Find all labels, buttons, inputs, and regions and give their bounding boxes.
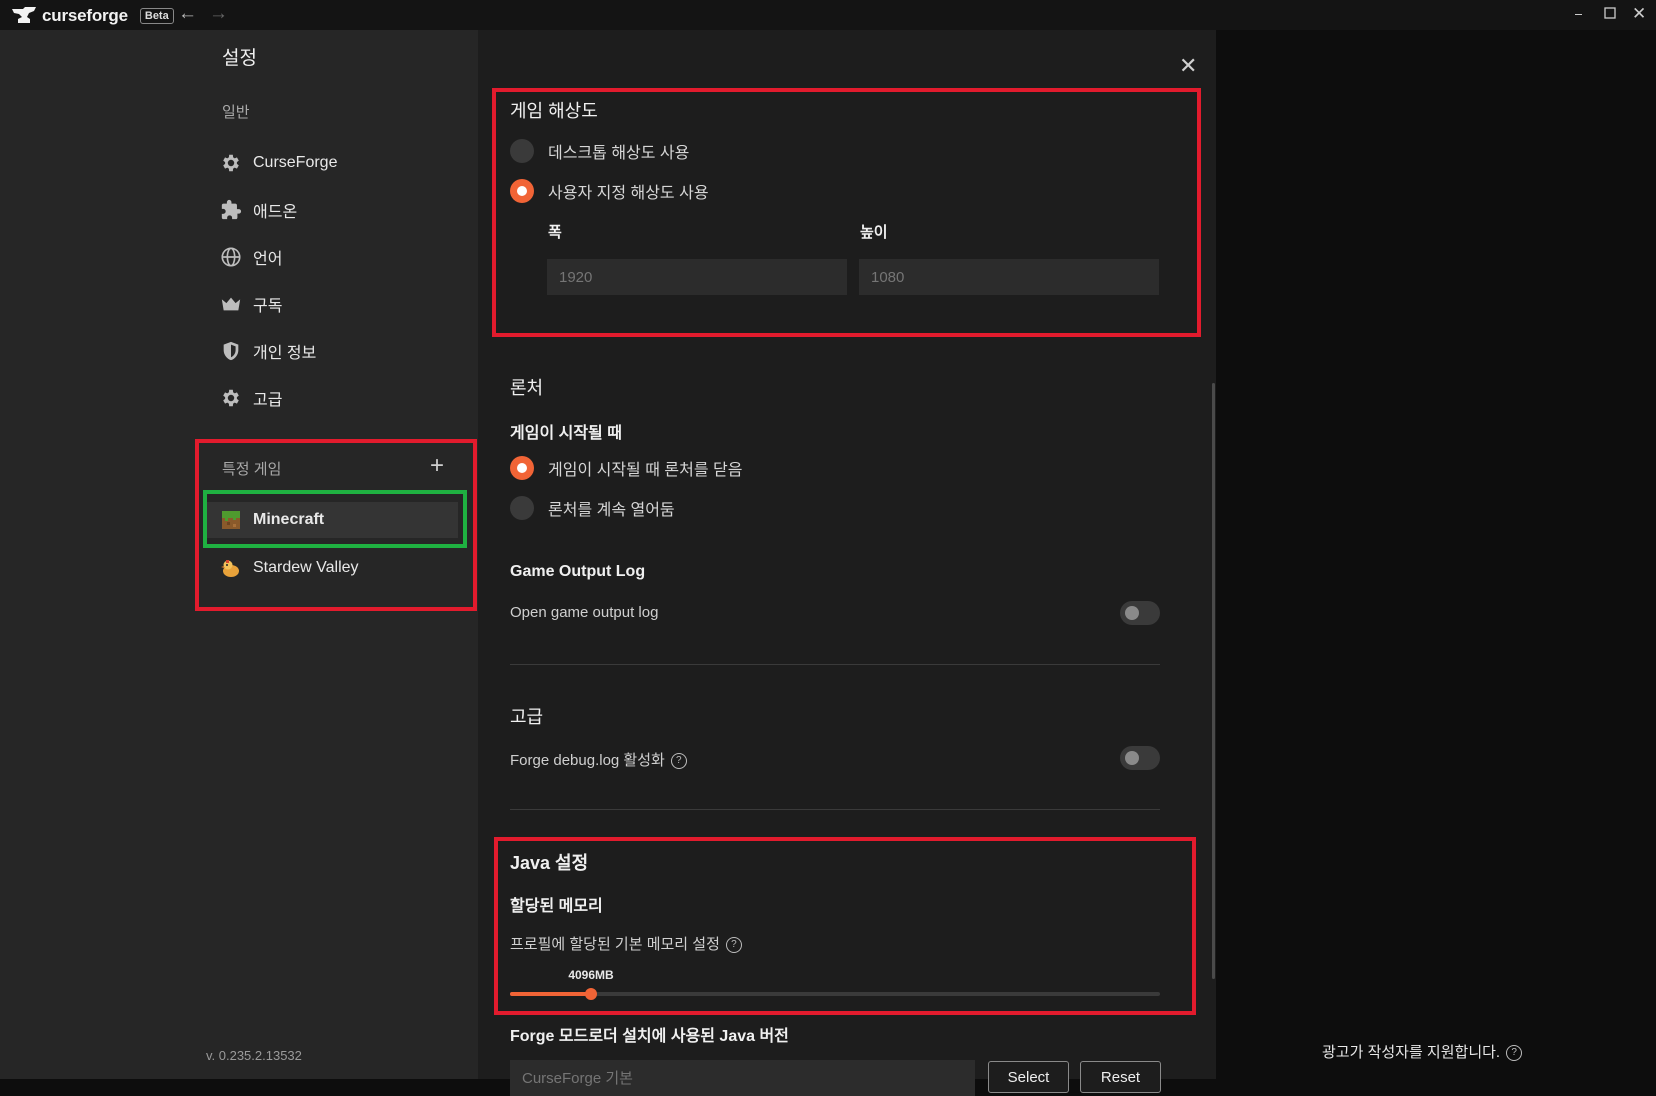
radio-label: 게임이 시작될 때 론처를 닫음 (548, 462, 743, 479)
width-input[interactable] (547, 259, 847, 295)
radio-keep-launcher-open[interactable]: 론처를 계속 열어둠 (510, 496, 675, 520)
sidebar-item-label: 개인 정보 (253, 345, 317, 362)
advanced-title: 고급 (510, 707, 544, 727)
curseforge-logo-icon (12, 7, 36, 23)
reset-java-button[interactable]: Reset (1080, 1061, 1161, 1093)
launcher-subtitle: 게임이 시작될 때 (510, 425, 622, 442)
sidebar-section-games: 특정 게임 (222, 461, 282, 478)
section-divider (510, 664, 1160, 665)
resolution-title: 게임 해상도 (510, 101, 598, 121)
output-log-title: Game Output Log (510, 563, 646, 580)
sidebar-item-addons[interactable]: 애드온 (218, 192, 458, 228)
settings-sidebar: 설정 일반 CurseForge 애드온 언어 구독 개인 정보 고급 특정 게… (0, 30, 478, 1079)
sidebar-item-label: 구독 (253, 298, 283, 315)
memory-slider[interactable] (510, 988, 1160, 1000)
sidebar-item-curseforge[interactable]: CurseForge (218, 145, 458, 181)
minecraft-icon (218, 507, 244, 533)
sidebar-section-general: 일반 (222, 104, 250, 121)
radio-label: 사용자 지정 해상도 사용 (548, 185, 709, 202)
memory-desc: 프로필에 할당된 기본 메모리 설정 (510, 936, 720, 953)
sidebar-item-language[interactable]: 언어 (218, 239, 458, 275)
radio-button-selected[interactable] (510, 179, 534, 203)
output-log-label: Open game output log (510, 604, 659, 621)
close-settings-icon[interactable]: ✕ (1179, 53, 1197, 79)
launcher-title: 론처 (510, 378, 544, 398)
minimize-icon[interactable]: ⎯ (1575, 5, 1582, 22)
memory-slider-thumb[interactable] (585, 988, 597, 1000)
maximize-icon[interactable] (1604, 6, 1616, 22)
memory-slider-fill (510, 992, 591, 996)
gear-icon (218, 150, 244, 176)
sidebar-item-label: 고급 (253, 392, 283, 409)
app-version: v. 0.235.2.13532 (206, 1048, 302, 1063)
width-label: 폭 (548, 224, 562, 241)
ad-support-row: 광고가 작성자를 지원합니다.? (1322, 1041, 1523, 1062)
debug-log-label: Forge debug.log 활성화 (510, 752, 665, 769)
debug-log-label-row: Forge debug.log 활성화? (510, 749, 687, 770)
add-game-button[interactable]: + (430, 454, 444, 478)
section-divider (510, 809, 1160, 810)
sidebar-item-privacy[interactable]: 개인 정보 (218, 333, 458, 369)
sidebar-item-label: 언어 (253, 251, 283, 268)
java-version-title: Forge 모드로더 설치에 사용된 Java 버전 (510, 1028, 789, 1045)
radio-label: 데스크톱 해상도 사용 (548, 145, 690, 162)
memory-value: 4096MB (568, 968, 614, 982)
sidebar-item-label: CurseForge (253, 154, 338, 171)
beta-badge: Beta (139, 8, 174, 24)
sidebar-item-subscription[interactable]: 구독 (218, 286, 458, 322)
title-bar: curseforge Beta ← → ⎯ ✕ (0, 0, 1656, 30)
sidebar-title: 설정 (222, 48, 257, 69)
memory-title: 할당된 메모리 (510, 898, 603, 915)
memory-desc-row: 프로필에 할당된 기본 메모리 설정? (510, 933, 742, 954)
shield-icon (218, 338, 244, 364)
app-logo: curseforge Beta (12, 6, 174, 26)
help-icon[interactable]: ? (725, 937, 742, 954)
sidebar-item-label: Minecraft (253, 511, 325, 528)
select-java-button[interactable]: Select (988, 1061, 1069, 1093)
close-window-icon[interactable]: ✕ (1632, 4, 1646, 24)
main-scrollbar[interactable] (1212, 383, 1215, 979)
height-input[interactable] (859, 259, 1159, 295)
sidebar-item-label: Stardew Valley (253, 559, 359, 576)
gear-icon (218, 385, 244, 411)
forward-arrow-icon[interactable]: → (209, 3, 228, 25)
app-name: curseforge (42, 6, 128, 25)
java-version-input[interactable] (510, 1060, 975, 1096)
stardew-icon (218, 555, 244, 581)
sidebar-item-label: 애드온 (253, 204, 298, 221)
sidebar-item-stardew-valley[interactable]: Stardew Valley (206, 550, 458, 586)
radio-close-launcher[interactable]: 게임이 시작될 때 론처를 닫음 (510, 456, 742, 480)
radio-custom-resolution[interactable]: 사용자 지정 해상도 사용 (510, 179, 709, 203)
sidebar-item-minecraft[interactable]: Minecraft (206, 502, 458, 538)
debug-log-toggle[interactable] (1120, 746, 1160, 770)
radio-button-selected[interactable] (510, 456, 534, 480)
crown-icon (218, 291, 244, 317)
ad-support-text: 광고가 작성자를 지원합니다. (1322, 1044, 1501, 1061)
radio-desktop-resolution[interactable]: 데스크톱 해상도 사용 (510, 139, 689, 163)
help-icon[interactable]: ? (670, 753, 687, 770)
output-log-toggle[interactable] (1120, 601, 1160, 625)
globe-icon (218, 244, 244, 270)
radio-button[interactable] (510, 139, 534, 163)
radio-label: 론처를 계속 열어둠 (548, 502, 675, 519)
sidebar-item-advanced[interactable]: 고급 (218, 380, 458, 416)
height-label: 높이 (860, 224, 888, 241)
puzzle-icon (218, 197, 244, 223)
back-arrow-icon[interactable]: ← (178, 3, 197, 25)
java-title: Java 설정 (510, 853, 589, 873)
radio-button[interactable] (510, 496, 534, 520)
help-icon[interactable]: ? (1506, 1045, 1523, 1062)
